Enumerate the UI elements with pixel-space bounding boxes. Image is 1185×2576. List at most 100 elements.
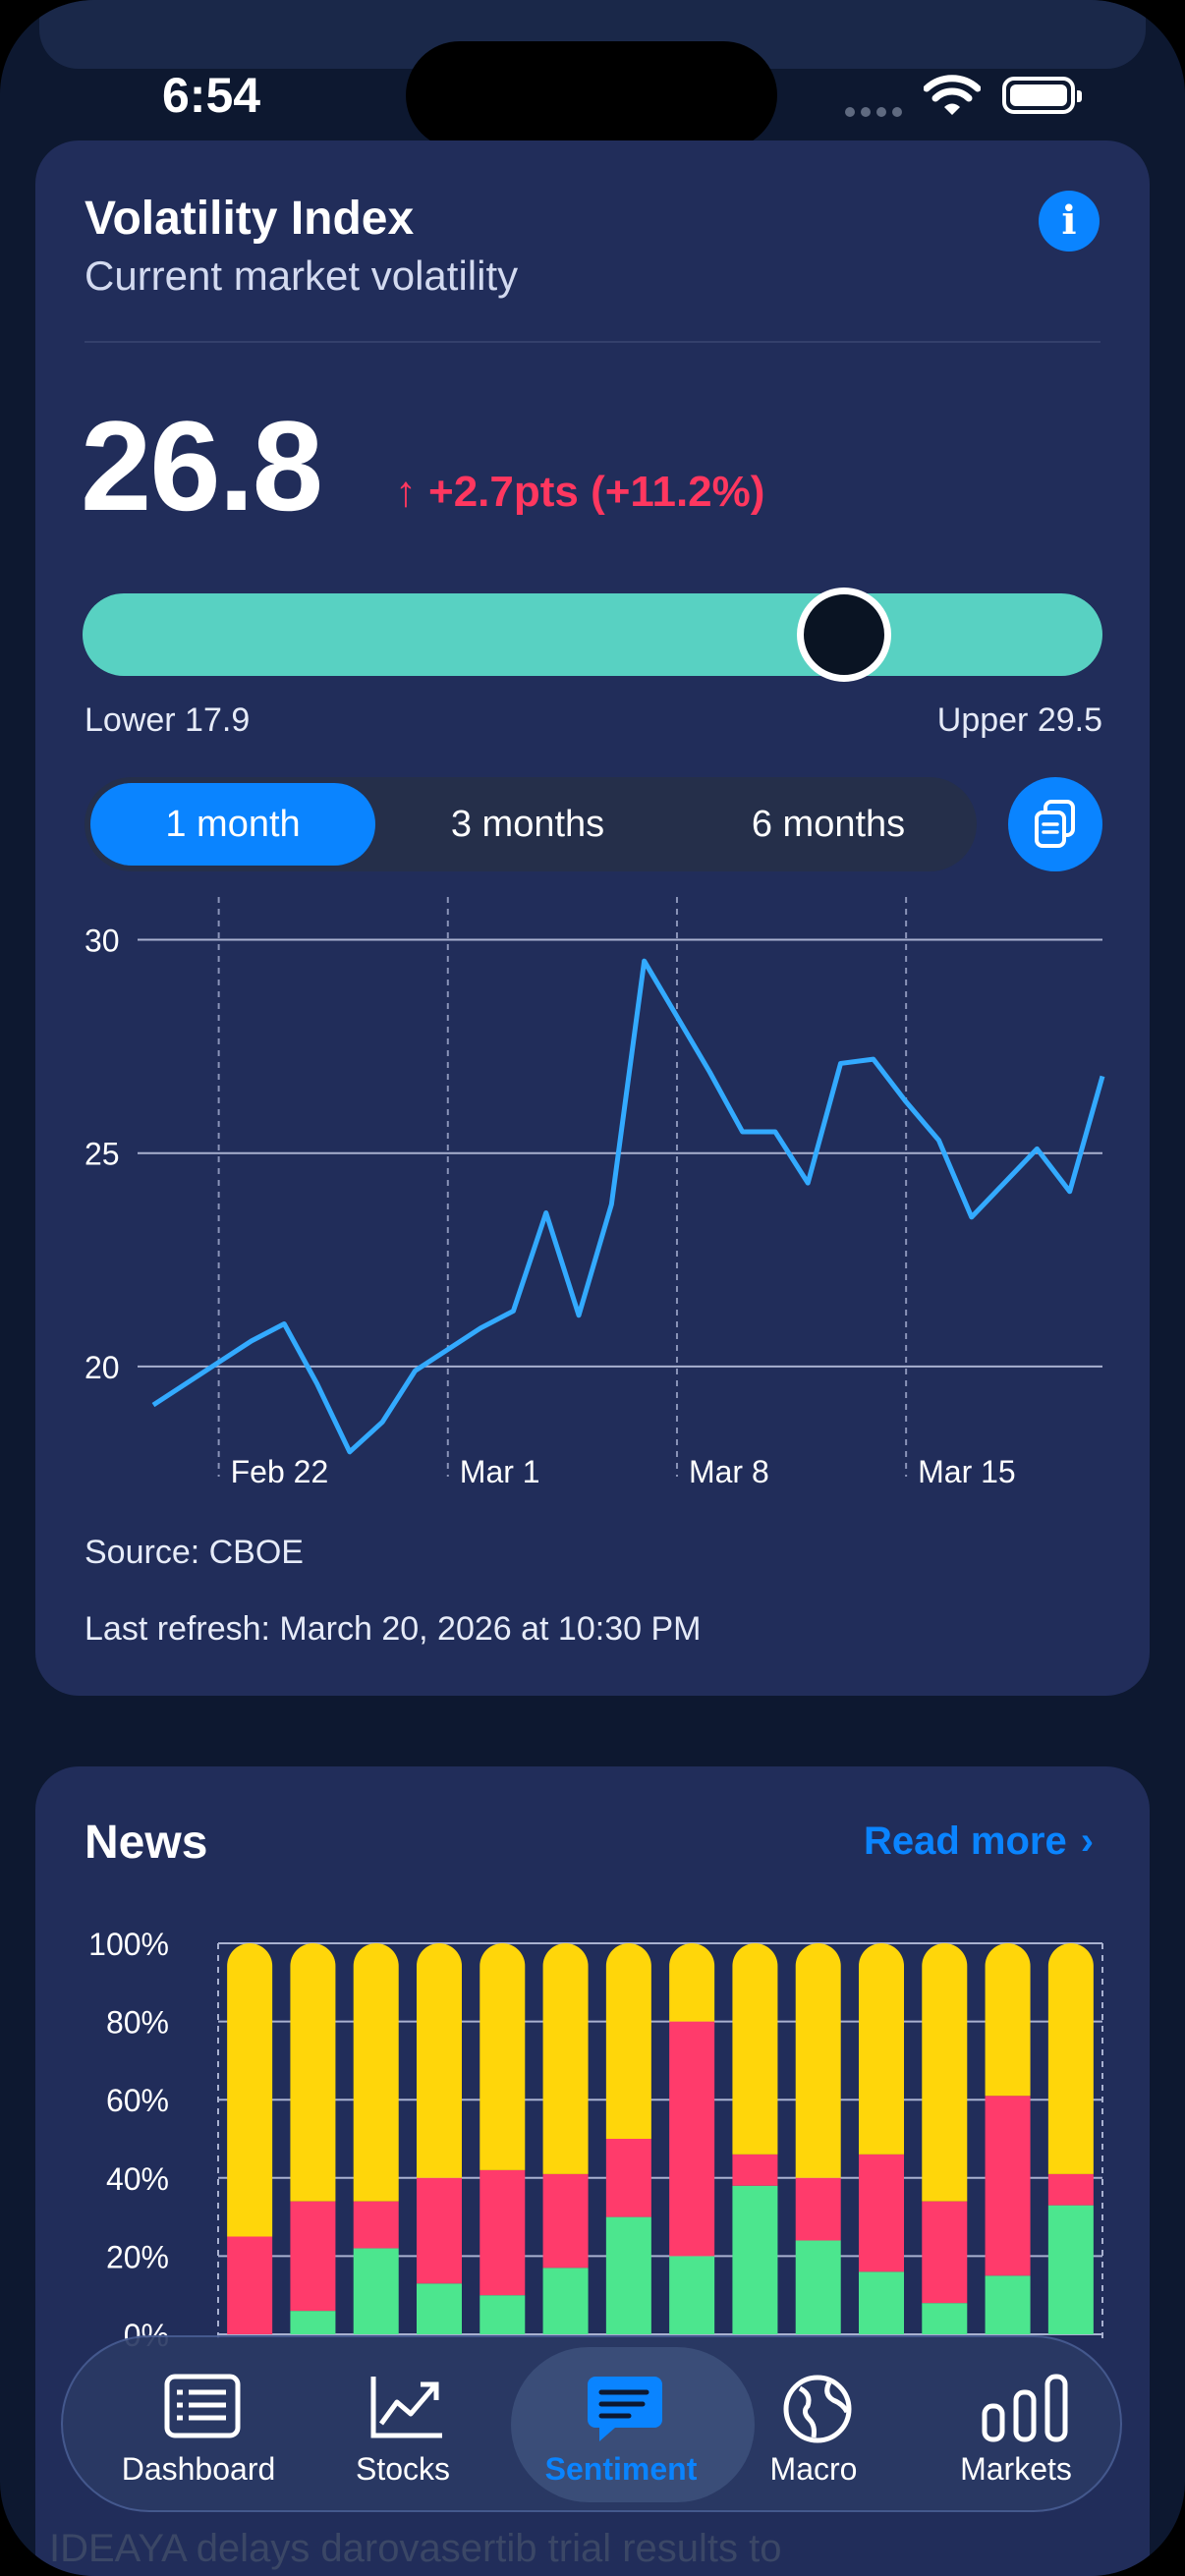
period-3-months[interactable]: 3 months bbox=[385, 783, 670, 866]
stacked-bar bbox=[353, 1943, 399, 2334]
stacked-bar bbox=[542, 1943, 589, 2334]
chevron-right-icon: › bbox=[1080, 1820, 1095, 1863]
source-label: Source: CBOE bbox=[85, 1534, 304, 1571]
card-subtitle: Current market volatility bbox=[85, 252, 519, 299]
bar-segment bbox=[353, 1943, 399, 2202]
volatility-series-line bbox=[151, 958, 1105, 1455]
divider bbox=[85, 341, 1100, 343]
tab-label: Stocks bbox=[355, 2451, 451, 2487]
tab-bar: Dashboard Stocks Sentiment Macro Markets bbox=[61, 2335, 1122, 2512]
y-tick-label: 40% bbox=[106, 2161, 169, 2197]
stacked-bar bbox=[669, 1943, 715, 2334]
bar-segment bbox=[353, 2248, 399, 2334]
bar-segment bbox=[605, 1943, 651, 2139]
bar-segment bbox=[859, 2271, 904, 2334]
status-icons bbox=[845, 69, 1082, 124]
stacked-bar bbox=[227, 1943, 273, 2334]
news-headline[interactable]: IDEAYA delays darovasertib trial results… bbox=[49, 2527, 1130, 2571]
stacked-bar bbox=[290, 1943, 336, 2334]
stacked-bar bbox=[417, 1943, 462, 2334]
period-segmented-control: 1 month 3 months 6 months bbox=[85, 777, 977, 871]
tab-dashboard[interactable]: Dashboard bbox=[100, 2337, 297, 2514]
y-tick-label: 80% bbox=[106, 2005, 169, 2041]
bar-segment bbox=[732, 1943, 778, 2155]
bar-segment bbox=[922, 1943, 968, 2202]
period-6-months[interactable]: 6 months bbox=[686, 783, 971, 866]
y-tick-label: 20 bbox=[85, 1350, 120, 1385]
bar-segment bbox=[227, 2236, 273, 2334]
stacked-bar bbox=[480, 1943, 526, 2334]
bar-segment bbox=[795, 2177, 841, 2241]
bar-segment bbox=[480, 2295, 526, 2334]
tab-macro[interactable]: Macro bbox=[715, 2337, 912, 2514]
battery-icon bbox=[1002, 77, 1082, 114]
volatility-card: Volatility Index Current market volatili… bbox=[35, 140, 1150, 1696]
stacked-bar bbox=[1047, 1943, 1094, 2334]
y-tick-label: 25 bbox=[85, 1137, 120, 1172]
bar-segment bbox=[669, 2256, 715, 2334]
bar-segment bbox=[227, 1943, 273, 2237]
x-tick-label: Feb 22 bbox=[231, 1454, 329, 1489]
read-more-label: Read more bbox=[864, 1820, 1067, 1863]
volatility-value: 26.8 bbox=[81, 394, 323, 537]
stocks-icon bbox=[370, 2377, 442, 2438]
bar-segment bbox=[795, 2240, 841, 2334]
cellular-signal-icon bbox=[845, 104, 908, 122]
stacked-bar bbox=[922, 1943, 968, 2334]
range-slider-track bbox=[83, 593, 1102, 676]
bar-segment bbox=[859, 1943, 904, 2155]
status-time: 6:54 bbox=[162, 68, 261, 123]
dynamic-island bbox=[406, 41, 777, 149]
volatility-line-chart: Feb 22 Mar 1 Mar 8 Mar 15 30 25 20 bbox=[85, 897, 1105, 1489]
bar-segment bbox=[417, 2177, 462, 2284]
y-tick-label: 60% bbox=[106, 2083, 169, 2118]
tab-markets[interactable]: Markets bbox=[918, 2337, 1114, 2514]
x-tick-label: Mar 15 bbox=[918, 1454, 1016, 1489]
stacked-bar bbox=[859, 1943, 904, 2334]
news-title: News bbox=[85, 1817, 208, 1869]
bar-segment bbox=[480, 2169, 526, 2296]
copy-button[interactable] bbox=[1008, 777, 1102, 871]
range-upper-label: Upper 29.5 bbox=[936, 701, 1102, 739]
sentiment-icon bbox=[588, 2377, 662, 2441]
bar-segment bbox=[290, 2311, 336, 2334]
range-slider-thumb[interactable] bbox=[796, 588, 891, 682]
bar-segment bbox=[605, 2139, 651, 2217]
bar-segment bbox=[985, 2275, 1031, 2334]
bar-segment bbox=[605, 2216, 651, 2334]
tab-label: Markets bbox=[960, 2451, 1072, 2487]
bar-segment bbox=[290, 1943, 336, 2202]
card-title: Volatility Index bbox=[85, 193, 415, 245]
bar-segment bbox=[732, 2185, 778, 2334]
markets-icon bbox=[982, 2374, 1068, 2442]
wifi-icon bbox=[924, 75, 981, 115]
x-tick-label: Mar 8 bbox=[689, 1454, 769, 1489]
globe-icon bbox=[783, 2375, 852, 2443]
arrow-up-icon: ↑ bbox=[395, 468, 417, 516]
bar-segment bbox=[985, 2096, 1031, 2276]
stacked-bar bbox=[732, 1943, 778, 2334]
bar-segment bbox=[480, 1943, 526, 2170]
read-more-link[interactable]: Read more › bbox=[864, 1820, 1094, 1864]
dashboard-icon bbox=[164, 2374, 241, 2438]
tab-sentiment[interactable]: Sentiment bbox=[511, 2337, 755, 2514]
bar-segment bbox=[922, 2201, 968, 2304]
bar-segment bbox=[985, 1943, 1031, 2097]
bar-segment bbox=[1047, 1943, 1094, 2174]
stacked-bar bbox=[985, 1943, 1031, 2334]
change-indicator: ↑ +2.7pts (+11.2%) bbox=[395, 468, 764, 517]
period-1-month[interactable]: 1 month bbox=[90, 783, 375, 866]
info-icon[interactable]: i bbox=[1039, 191, 1100, 252]
last-refresh-label: Last refresh: March 20, 2026 at 10:30 PM bbox=[85, 1610, 702, 1648]
bar-segment bbox=[795, 1943, 841, 2178]
stacked-bar bbox=[605, 1943, 651, 2334]
stacked-bar bbox=[795, 1943, 841, 2334]
bar-segment bbox=[732, 2154, 778, 2186]
phone-screen: 6:54 Volatility Index Current market vol… bbox=[0, 0, 1185, 2576]
change-text: +2.7pts (+11.2%) bbox=[428, 468, 765, 516]
tab-stocks[interactable]: Stocks bbox=[305, 2337, 501, 2514]
copy-icon bbox=[1035, 800, 1075, 848]
bar-segment bbox=[417, 1943, 462, 2178]
bar-segment bbox=[1047, 2173, 1094, 2206]
bar-segment bbox=[669, 1943, 715, 2022]
